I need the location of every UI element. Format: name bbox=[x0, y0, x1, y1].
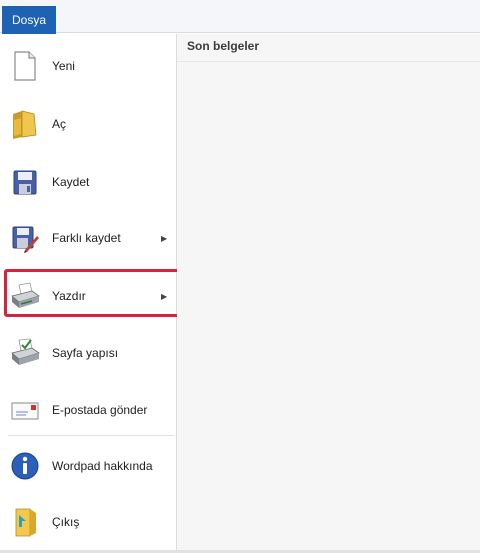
email-icon bbox=[11, 402, 39, 420]
menu-item-label: Sayfa yapısı bbox=[52, 346, 119, 360]
menu-item-label: E-postada gönder bbox=[52, 403, 148, 417]
menu-separator bbox=[8, 435, 174, 436]
menu-item-label: Yeni bbox=[52, 59, 75, 73]
submenu-arrow-icon: ▶ bbox=[161, 233, 168, 243]
pane-title: Son belgeler bbox=[187, 39, 260, 53]
menu-item-label: Çıkış bbox=[52, 515, 80, 529]
recent-documents-pane: Son belgeler bbox=[177, 34, 480, 551]
open-folder-icon bbox=[13, 110, 37, 139]
menu-item-open[interactable]: Aç bbox=[4, 98, 174, 150]
file-tab[interactable]: Dosya bbox=[2, 6, 56, 34]
new-document-icon bbox=[14, 51, 36, 81]
info-icon bbox=[11, 452, 39, 480]
menu-item-about[interactable]: Wordpad hakkında bbox=[4, 440, 174, 492]
pane-divider bbox=[177, 61, 480, 62]
page-setup-icon bbox=[11, 338, 40, 365]
save-as-icon bbox=[12, 226, 39, 253]
save-floppy-icon bbox=[13, 170, 37, 195]
menu-item-exit[interactable]: Çıkış bbox=[4, 496, 174, 548]
menu-item-send-email[interactable]: E-postada gönder bbox=[4, 384, 174, 436]
menu-item-new[interactable]: Yeni bbox=[4, 40, 174, 92]
exit-icon bbox=[15, 508, 36, 537]
menu-item-label: Kaydet bbox=[52, 175, 90, 189]
menu-item-label: Farklı kaydet bbox=[52, 231, 121, 245]
highlight-box bbox=[4, 269, 187, 317]
menu-item-page-setup[interactable]: Sayfa yapısı bbox=[4, 327, 174, 379]
menu-item-label: Aç bbox=[52, 117, 67, 131]
menu-item-save-as[interactable]: Farklı kaydet ▶ bbox=[4, 212, 174, 264]
menu-item-save[interactable]: Kaydet bbox=[4, 156, 174, 208]
ribbon-bar: Dosya bbox=[0, 0, 480, 34]
menu-item-label: Wordpad hakkında bbox=[52, 459, 153, 473]
